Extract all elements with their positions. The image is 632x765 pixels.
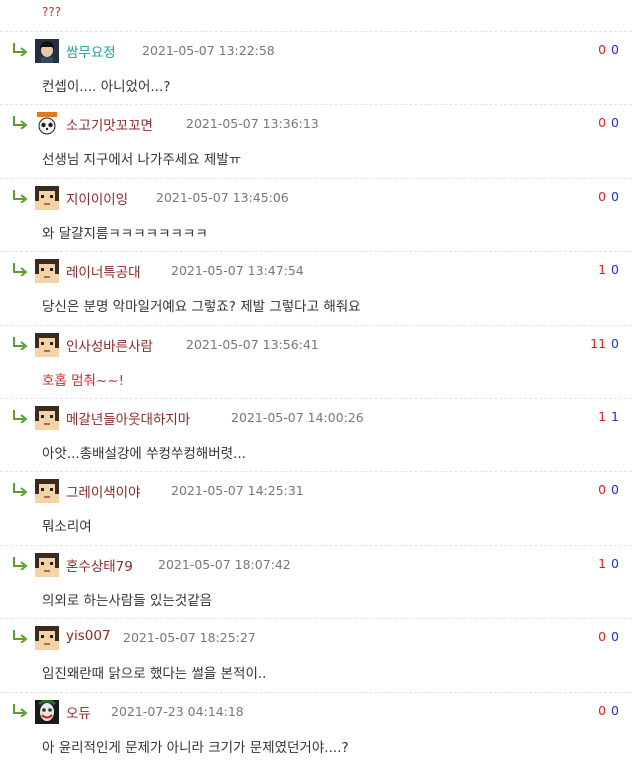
comment-date: 2021-05-07 13:56:41 (186, 336, 319, 352)
reply-arrow-icon (13, 336, 28, 350)
comment-text: 컨셉이.... 아니었어...? (42, 79, 171, 95)
pixel-avatar[interactable] (35, 479, 59, 504)
upvote-count[interactable]: 1 (598, 409, 606, 424)
comment-item: 오듀 2021-07-23 04:14:18 00 아 윤리적인게 문제가 아니… (0, 693, 632, 765)
upvote-count[interactable]: 0 (598, 189, 606, 204)
comment-date: 2021-05-07 13:36:13 (186, 116, 319, 132)
pixel-avatar[interactable] (35, 626, 59, 651)
reply-arrow-icon (13, 409, 28, 423)
vote-counts: 11 (598, 409, 619, 424)
pixel-avatar[interactable] (35, 185, 59, 210)
downvote-count[interactable]: 0 (611, 336, 619, 351)
comment-item: yis007 2021-05-07 18:25:27 00 임진왜란때 닭으로 … (0, 619, 632, 693)
vote-counts: 10 (598, 262, 619, 277)
comment-date: 2021-05-07 18:25:27 (123, 630, 256, 646)
comment-item: 인사성바른사람 2021-05-07 13:56:41 11 0 호홉 멈춰~~! (0, 326, 632, 399)
comment-text: 아 윤리적인게 문제가 아니라 크기가 문제였던거야....? (42, 739, 349, 756)
comment-date: 2021-05-07 13:45:06 (156, 189, 289, 205)
downvote-count[interactable]: 0 (611, 115, 619, 130)
downvote-count[interactable]: 0 (611, 629, 619, 644)
comment-nickname[interactable]: yis007 (66, 628, 111, 644)
comment-item: 혼수상태79 2021-05-07 18:07:42 10 의외로 하는사람들 … (0, 546, 632, 620)
vote-counts: 11 0 (590, 336, 619, 351)
reply-arrow-icon (13, 263, 28, 277)
reply-arrow-icon (13, 630, 28, 644)
vote-counts: 00 (598, 115, 619, 130)
vote-counts: 00 (598, 629, 619, 644)
reply-arrow-icon (13, 189, 28, 203)
comment-text: 와 달걀지름ㅋㅋㅋㅋㅋㅋㅋㅋ (42, 225, 208, 242)
comment-date: 2021-05-07 14:00:26 (231, 409, 364, 425)
comment-date: 2021-05-07 18:07:42 (158, 556, 291, 572)
comment-date: 2021-05-07 13:22:58 (142, 43, 275, 58)
photo-avatar[interactable] (35, 39, 59, 63)
comment-item: 그레이색이야 2021-05-07 14:25:31 00 뭐소리여 (0, 472, 632, 546)
comment-text: 호홉 멈춰~~! (42, 372, 125, 389)
comment-date: 2021-07-23 04:14:18 (111, 703, 244, 719)
downvote-count[interactable]: 0 (611, 262, 619, 277)
comment-item: 레이너특공대 2021-05-07 13:47:54 10 당신은 분명 악마일… (0, 252, 632, 326)
pixel-avatar[interactable] (35, 332, 59, 357)
panda-avatar[interactable] (35, 112, 59, 137)
comment-date: 2021-05-07 14:25:31 (171, 483, 304, 499)
comment-date: 2021-05-07 13:47:54 (171, 263, 304, 279)
comment-text: 뭐소리여 (42, 519, 92, 536)
comment-item: 소고기맛꼬꼬면 2021-05-07 13:36:13 00 선생님 지구에서 … (0, 105, 632, 179)
downvote-count[interactable]: 0 (611, 556, 619, 571)
vote-counts: 00 (598, 703, 619, 718)
comment-nickname[interactable]: 그레이색이야 (66, 481, 141, 501)
joker-avatar[interactable] (35, 699, 59, 724)
vote-counts: 00 (598, 42, 619, 57)
vote-counts: 10 (598, 556, 619, 571)
comment-nickname[interactable]: 지이이이잉 (66, 188, 128, 208)
previous-comment-tail: ??? (0, 0, 632, 32)
comment-nickname[interactable]: 소고기맛꼬꼬면 (66, 114, 153, 134)
comment-list: 쌈무요정 2021-05-07 13:22:58 00 컨셉이.... 아니었어… (0, 32, 632, 765)
pixel-avatar[interactable] (35, 552, 59, 577)
reply-arrow-icon (13, 116, 28, 130)
upvote-count[interactable]: 11 (590, 336, 606, 351)
downvote-count[interactable]: 0 (611, 189, 619, 204)
reply-arrow-icon (13, 43, 28, 56)
pixel-avatar[interactable] (35, 259, 59, 284)
reply-arrow-icon (13, 556, 28, 570)
reply-arrow-icon (13, 703, 28, 717)
downvote-count[interactable]: 0 (611, 703, 619, 718)
upvote-count[interactable]: 0 (598, 115, 606, 130)
comment-text: 당신은 분명 악마일거예요 그렇죠? 제발 그렇다고 해줘요 (42, 299, 361, 316)
comment-nickname[interactable]: 인사성바른사람 (66, 335, 153, 355)
comment-nickname[interactable]: 쌈무요정 (66, 41, 116, 61)
pixel-avatar[interactable] (35, 405, 59, 430)
comment-nickname[interactable]: 혼수상태79 (66, 555, 133, 575)
comment-item: 지이이이잉 2021-05-07 13:45:06 00 와 달걀지름ㅋㅋㅋㅋㅋ… (0, 179, 632, 253)
comment-text: 선생님 지구에서 나가주세요 제발ㅠ (42, 152, 242, 169)
upvote-count[interactable]: 1 (598, 556, 606, 571)
comment-text: 임진왜란때 닭으로 했다는 썰을 본적이.. (42, 666, 267, 683)
upvote-count[interactable]: 0 (598, 482, 606, 497)
downvote-count[interactable]: 0 (611, 42, 619, 57)
reply-arrow-icon (13, 483, 28, 497)
upvote-count[interactable]: 1 (598, 262, 606, 277)
comment-nickname[interactable]: 레이너특공대 (66, 261, 141, 281)
comment-nickname[interactable]: 메갈년들아웃대하지마 (66, 408, 190, 428)
comment-item: 메갈년들아웃대하지마 2021-05-07 14:00:26 11 아앗...총… (0, 399, 632, 473)
vote-counts: 00 (598, 482, 619, 497)
comment-item: 쌈무요정 2021-05-07 13:22:58 00 컨셉이.... 아니었어… (0, 32, 632, 106)
vote-counts: 00 (598, 189, 619, 204)
upvote-count[interactable]: 0 (598, 629, 606, 644)
downvote-count[interactable]: 1 (611, 409, 619, 424)
upvote-count[interactable]: 0 (598, 703, 606, 718)
previous-comment-text: ??? (42, 5, 62, 19)
comment-text: 의외로 하는사람들 있는것같음 (42, 592, 213, 609)
comment-nickname[interactable]: 오듀 (66, 702, 91, 722)
comment-text: 아앗...총배설강에 쑤컹쑤컹해버렷... (42, 445, 246, 462)
downvote-count[interactable]: 0 (611, 482, 619, 497)
upvote-count[interactable]: 0 (598, 42, 606, 57)
